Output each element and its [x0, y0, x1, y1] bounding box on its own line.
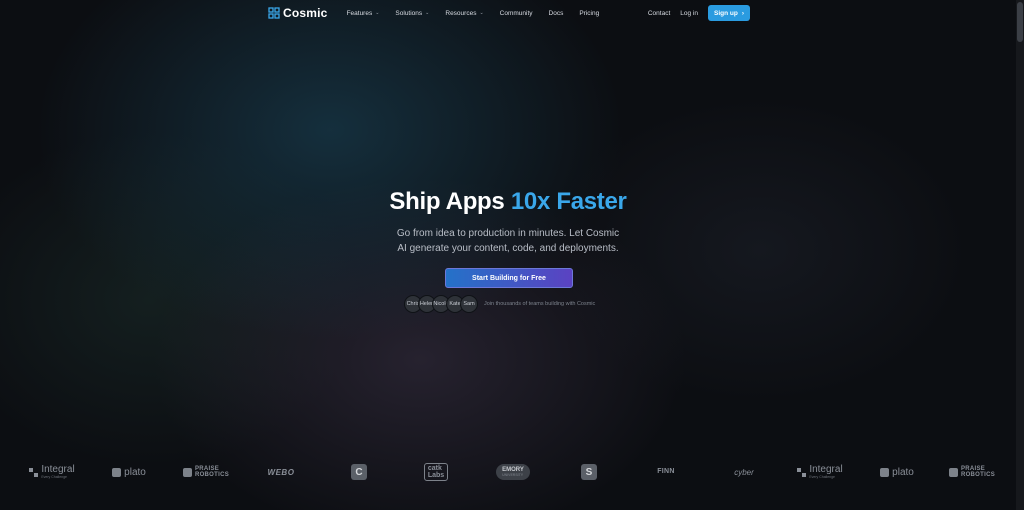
- social-proof: Chris Helen Nicole Kate Sam Join thousan…: [404, 293, 595, 314]
- scrollbar-thumb[interactable]: [1017, 2, 1023, 42]
- logo-praise-robotics: PRAISE ROBOTICS: [180, 458, 232, 486]
- logo-c: C: [350, 458, 368, 486]
- logo-label: FINN: [657, 468, 675, 476]
- hero-subtitle-line: Go from idea to production in minutes. L…: [396, 228, 620, 239]
- nav-item-features[interactable]: Features ⌄: [347, 10, 380, 17]
- logo-integral: Integral Every Challenge: [28, 458, 76, 486]
- logo-cyber: cyber: [726, 458, 762, 486]
- top-navigation: Cosmic Features ⌄ Solutions ⌄ Resources …: [268, 4, 750, 22]
- logo-integral-repeat: Integral Every Challenge: [796, 458, 844, 486]
- robot-mark-icon: [948, 467, 958, 477]
- logo-tagline: UNIVERSITY: [502, 472, 524, 477]
- logo-praise-text: PRAISE ROBOTICS: [961, 466, 995, 479]
- logo-label: Integral: [809, 463, 843, 475]
- logo-integral-text: Integral Every Challenge: [41, 463, 75, 480]
- logo-label: Labs: [427, 472, 445, 479]
- start-building-button[interactable]: Start Building for Free: [445, 268, 573, 288]
- logo-plato-repeat: plato: [876, 458, 918, 486]
- chevron-down-icon: ⌄: [375, 10, 380, 16]
- logo-label: ROBOTICS: [194, 472, 230, 478]
- logo-webo: WEBO: [258, 458, 304, 486]
- plato-mark-icon: [112, 467, 122, 477]
- logo-label: plato: [892, 466, 914, 478]
- nav-item-solutions[interactable]: Solutions ⌄: [395, 10, 429, 17]
- hero-subtitle: Go from idea to production in minutes. L…: [0, 227, 1016, 256]
- brand-name: Cosmic: [283, 6, 328, 20]
- logo-tagline: Every Challenge: [809, 474, 835, 479]
- hero-title-main: Ship Apps: [389, 188, 511, 215]
- logo-emory: EMORY UNIVERSITY: [490, 458, 536, 486]
- nav-item-docs[interactable]: Docs: [549, 10, 564, 17]
- nav-item-label: Features: [346, 9, 373, 17]
- logo-label: Integral: [41, 463, 75, 475]
- logo-label: cyber: [734, 467, 754, 477]
- contact-link[interactable]: Contact: [648, 10, 670, 17]
- login-link[interactable]: Log in: [680, 10, 698, 17]
- nav-item-label: Resources: [445, 9, 477, 17]
- logo-label: ROBOTICS: [960, 472, 996, 478]
- plato-mark-icon: [880, 467, 890, 477]
- signup-label: Sign up: [713, 9, 738, 17]
- logo-emory-text: EMORY UNIVERSITY: [496, 463, 530, 481]
- chevron-right-icon: ›: [741, 9, 744, 17]
- customer-logos: Integral Every Challenge plato PRAISE RO…: [0, 458, 1016, 486]
- logo-praise-text: PRAISE ROBOTICS: [195, 466, 229, 479]
- brand-logo[interactable]: Cosmic: [268, 6, 328, 20]
- logo-labs-text: catk Labs: [423, 463, 449, 481]
- robot-mark-icon: [182, 467, 192, 477]
- logo-labs: catk Labs: [422, 458, 450, 486]
- nav-item-label: Docs: [548, 9, 564, 17]
- chevron-down-icon: ⌄: [425, 10, 430, 16]
- logo-finn: FINN: [652, 458, 680, 486]
- page-scrollbar[interactable]: [1016, 0, 1024, 510]
- nav-item-community[interactable]: Community: [500, 10, 533, 17]
- logo-integral-text: Integral Every Challenge: [809, 463, 843, 480]
- logo-tagline: Every Challenge: [41, 474, 67, 479]
- avatar-group: Chris Helen Nicole Kate Sam: [404, 294, 478, 313]
- nav-links: Features ⌄ Solutions ⌄ Resources ⌄ Commu…: [347, 10, 616, 17]
- logo-s: S: [580, 458, 598, 486]
- logo-label: catk: [427, 465, 442, 472]
- logo-label: plato: [124, 466, 146, 478]
- hero-title: Ship Apps 10x Faster: [0, 188, 1016, 216]
- signup-button[interactable]: Sign up ›: [707, 5, 750, 21]
- logo-label: WEBO: [267, 467, 295, 477]
- social-proof-text: Join thousands of teams building with Co…: [484, 300, 596, 307]
- logo-praise-robotics-repeat: PRAISE ROBOTICS: [946, 458, 998, 486]
- integral-mark-icon: [29, 467, 39, 477]
- avatar: Sam: [460, 294, 478, 313]
- nav-actions: Contact Log in Sign up ›: [648, 5, 750, 21]
- nav-item-label: Pricing: [579, 9, 600, 17]
- s-mark-icon: S: [581, 464, 597, 480]
- chevron-down-icon: ⌄: [479, 10, 484, 16]
- nav-item-label: Solutions: [395, 9, 423, 17]
- cosmic-logo-icon: [268, 7, 280, 19]
- integral-mark-icon: [797, 467, 807, 477]
- hero-subtitle-line: AI generate your content, code, and depl…: [397, 242, 619, 254]
- hero-title-accent: 10x Faster: [510, 188, 627, 215]
- logo-label: EMORY: [502, 466, 524, 473]
- logo-plato: plato: [108, 458, 150, 486]
- nav-item-resources[interactable]: Resources ⌄: [445, 10, 483, 17]
- c-mark-icon: C: [351, 464, 367, 480]
- nav-item-pricing[interactable]: Pricing: [579, 10, 599, 17]
- nav-item-label: Community: [499, 9, 533, 17]
